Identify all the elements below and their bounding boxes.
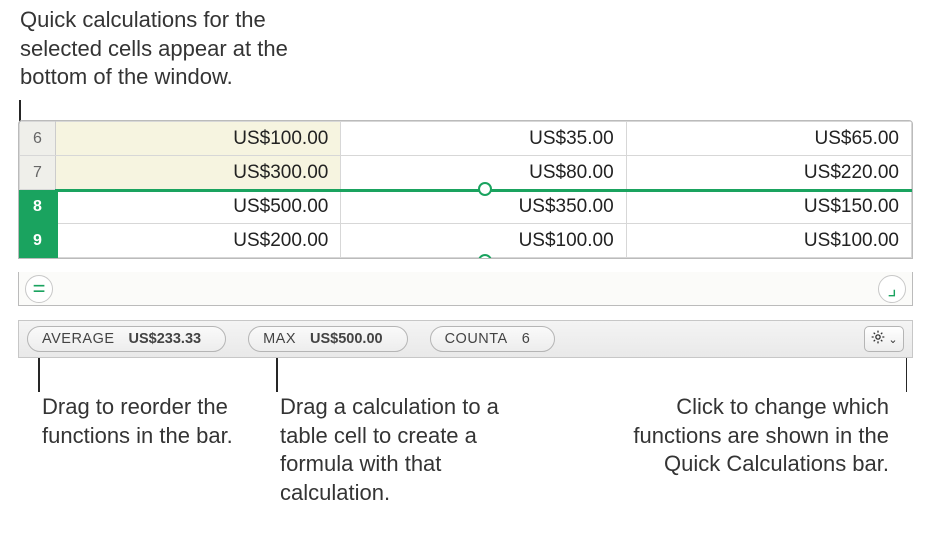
spreadsheet[interactable]: 6US$100.00US$35.00US$65.007US$300.00US$8… (18, 120, 913, 259)
cell[interactable]: US$100.00 (626, 224, 911, 258)
quick-calc-bar: AVERAGE US$233.33 MAX US$500.00 COUNTA 6 ⌄ (18, 320, 913, 358)
formula-button[interactable]: = (25, 275, 53, 303)
cell[interactable]: US$220.00 (626, 156, 911, 190)
cell[interactable]: US$35.00 (341, 122, 626, 156)
quick-calc-fn-label: AVERAGE (42, 331, 115, 347)
quick-calc-pill-max[interactable]: MAX US$500.00 (248, 326, 407, 352)
quick-calc-fn-label: MAX (263, 331, 296, 347)
row-header[interactable]: 9 (20, 224, 56, 258)
table-row[interactable]: 6US$100.00US$35.00US$65.00 (20, 122, 912, 156)
cell[interactable]: US$350.00 (341, 190, 626, 224)
row-header[interactable]: 7 (20, 156, 56, 190)
cell[interactable]: US$100.00 (341, 224, 626, 258)
sheet-footer: = ⌟ (18, 272, 913, 306)
cell[interactable]: US$300.00 (56, 156, 341, 190)
table-row[interactable]: 8US$500.00US$350.00US$150.00 (20, 190, 912, 224)
callout-gear: Click to change which functions are show… (629, 393, 889, 479)
row-header[interactable]: 8 (20, 190, 56, 224)
cell[interactable]: US$100.00 (56, 122, 341, 156)
quick-calc-value: US$233.33 (129, 331, 202, 347)
quick-calc-pill-counta[interactable]: COUNTA 6 (430, 326, 555, 352)
gear-icon (870, 329, 886, 350)
quick-calc-value: 6 (522, 331, 530, 347)
quick-calc-value: US$500.00 (310, 331, 383, 347)
callout-reorder: Drag to reorder the functions in the bar… (42, 393, 252, 450)
callout-top: Quick calculations for the selected cell… (20, 6, 350, 92)
cell[interactable]: US$500.00 (56, 190, 341, 224)
leader-bottom-mid (276, 358, 278, 392)
resize-corner[interactable]: ⌟ (878, 275, 906, 303)
chevron-down-icon: ⌄ (888, 333, 897, 346)
quick-calc-settings-button[interactable]: ⌄ (864, 326, 904, 352)
callout-drag-formula: Drag a calculation to a table cell to cr… (280, 393, 540, 507)
spreadsheet-table: 6US$100.00US$35.00US$65.007US$300.00US$8… (19, 121, 912, 258)
equals-icon: = (33, 278, 46, 300)
row-header[interactable]: 6 (20, 122, 56, 156)
quick-calc-pill-average[interactable]: AVERAGE US$233.33 (27, 326, 226, 352)
cell[interactable]: US$65.00 (626, 122, 911, 156)
cell[interactable]: US$150.00 (626, 190, 911, 224)
quick-calc-fn-label: COUNTA (445, 331, 508, 347)
leader-bottom-left (38, 358, 40, 392)
leader-bottom-right (906, 358, 908, 392)
cell[interactable]: US$200.00 (56, 224, 341, 258)
corner-icon: ⌟ (887, 279, 896, 299)
table-row[interactable]: 9US$200.00US$100.00US$100.00 (20, 224, 912, 258)
cell[interactable]: US$80.00 (341, 156, 626, 190)
table-row[interactable]: 7US$300.00US$80.00US$220.00 (20, 156, 912, 190)
